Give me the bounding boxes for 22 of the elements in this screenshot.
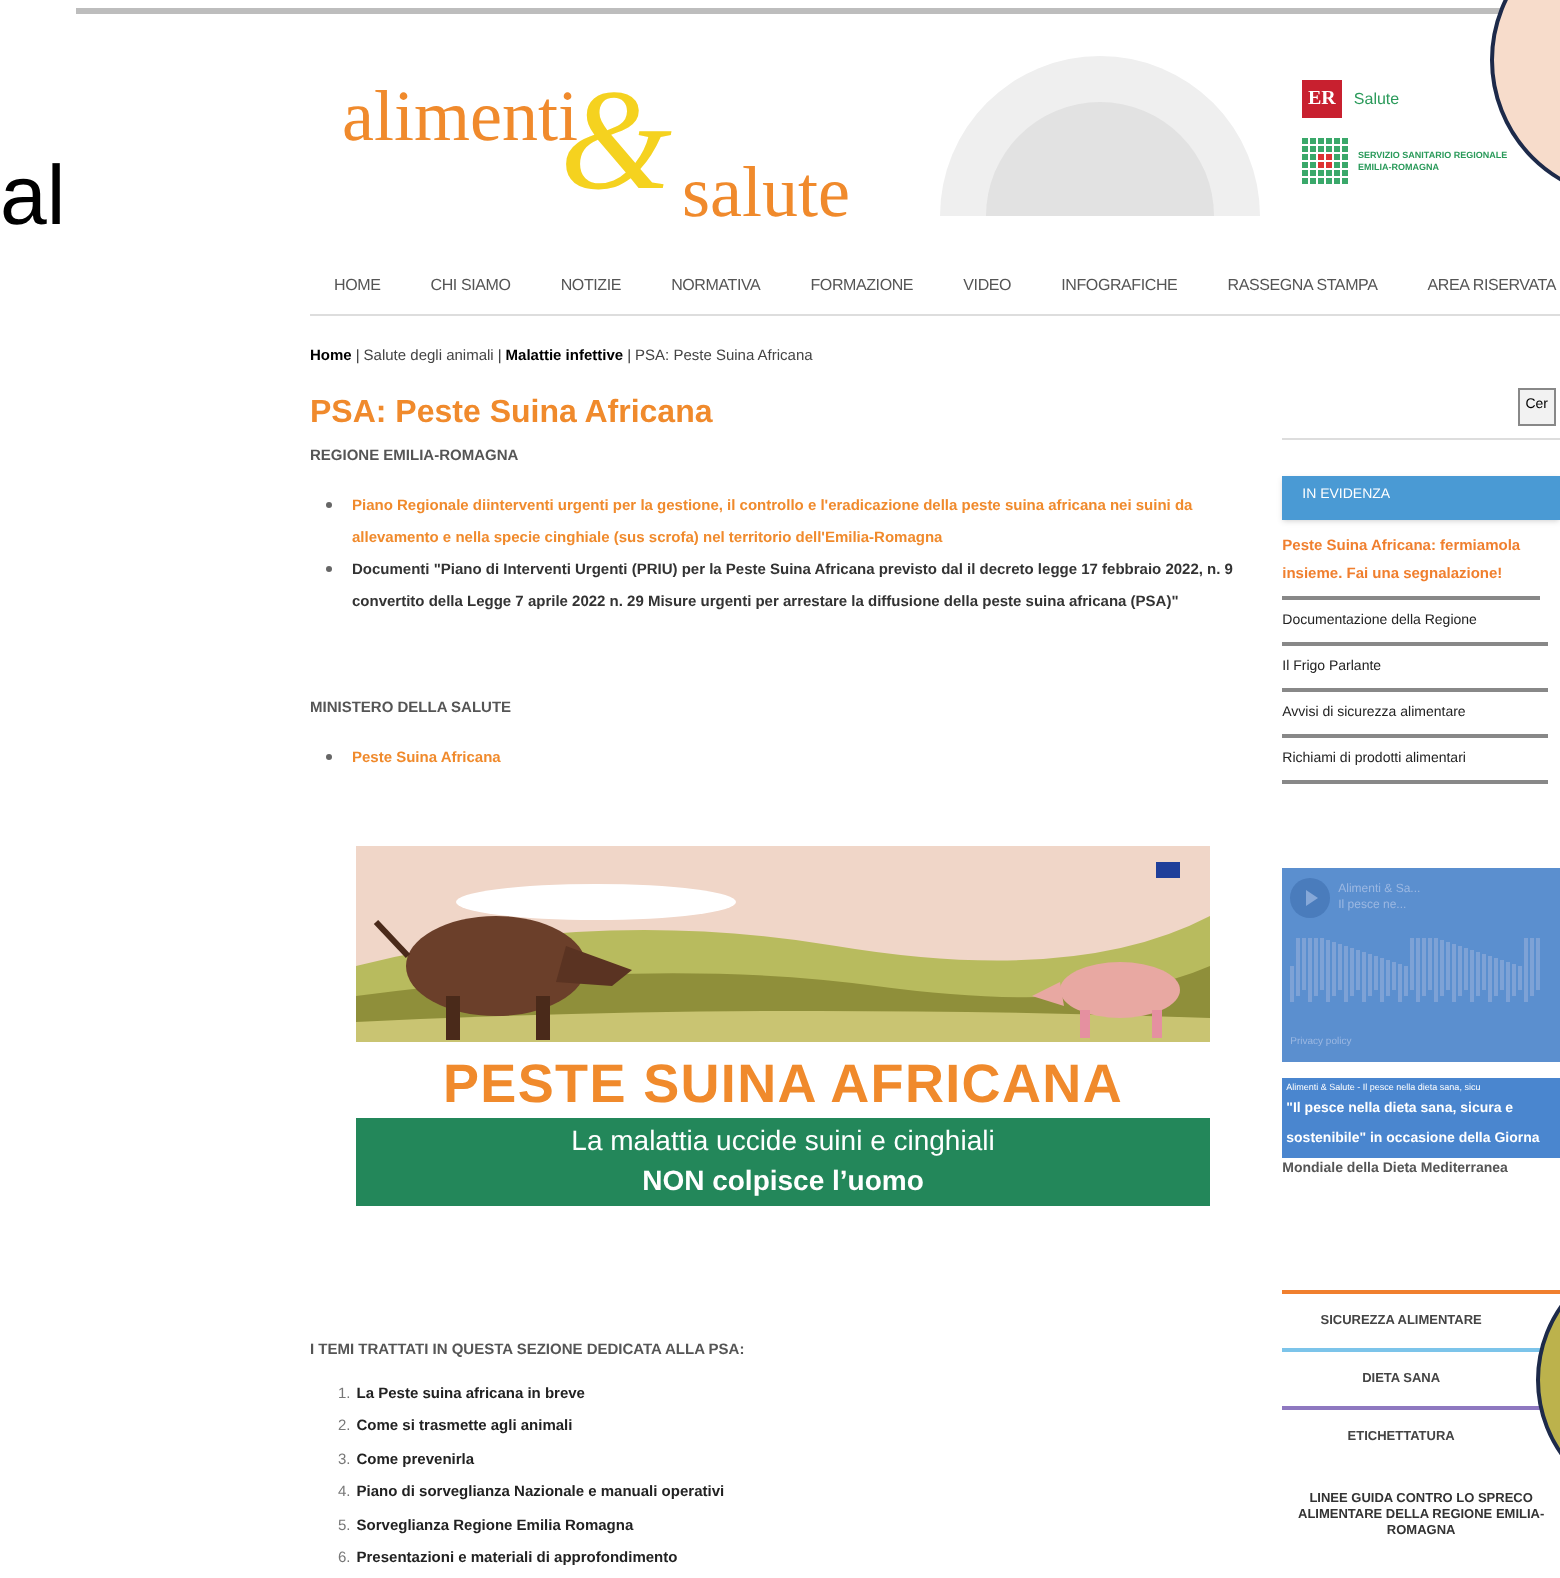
nav-link[interactable]: HOME	[334, 274, 381, 298]
nav-link[interactable]: AREA RISERVATA	[1427, 274, 1556, 298]
er-logo-text: Salute	[1353, 87, 1400, 111]
grid-logo-icon	[1302, 138, 1350, 186]
banner-subtitle: La malattia uccide suini e cinghiali	[571, 1122, 995, 1159]
nav-link[interactable]: RASSEGNA STAMPA	[1227, 274, 1378, 298]
page-title: PSA: Peste Suina Africana	[310, 394, 715, 435]
nav-link[interactable]: FORMAZIONE	[810, 274, 914, 298]
play-icon[interactable]	[1290, 877, 1331, 917]
banner-title: PESTE SUINA AFRICANA	[440, 1052, 1126, 1119]
banner-tagline: NON colpisce l’uomo	[642, 1162, 924, 1201]
nav-link[interactable]: CHI SIAMO	[430, 274, 511, 298]
bullet-icon	[326, 566, 332, 573]
nav-link[interactable]: VIDEO	[963, 274, 1012, 298]
bullet-icon	[326, 502, 332, 509]
er-logo: ER	[1302, 80, 1342, 118]
nav-link[interactable]: NOTIZIE	[560, 274, 621, 298]
bullet-icon	[326, 754, 332, 761]
logo-word: salute	[682, 152, 850, 232]
nav-link[interactable]: NORMATIVA	[671, 274, 761, 298]
nav-link[interactable]: INFOGRAFICHE	[1061, 274, 1178, 298]
slide-text: al	[0, 146, 66, 246]
